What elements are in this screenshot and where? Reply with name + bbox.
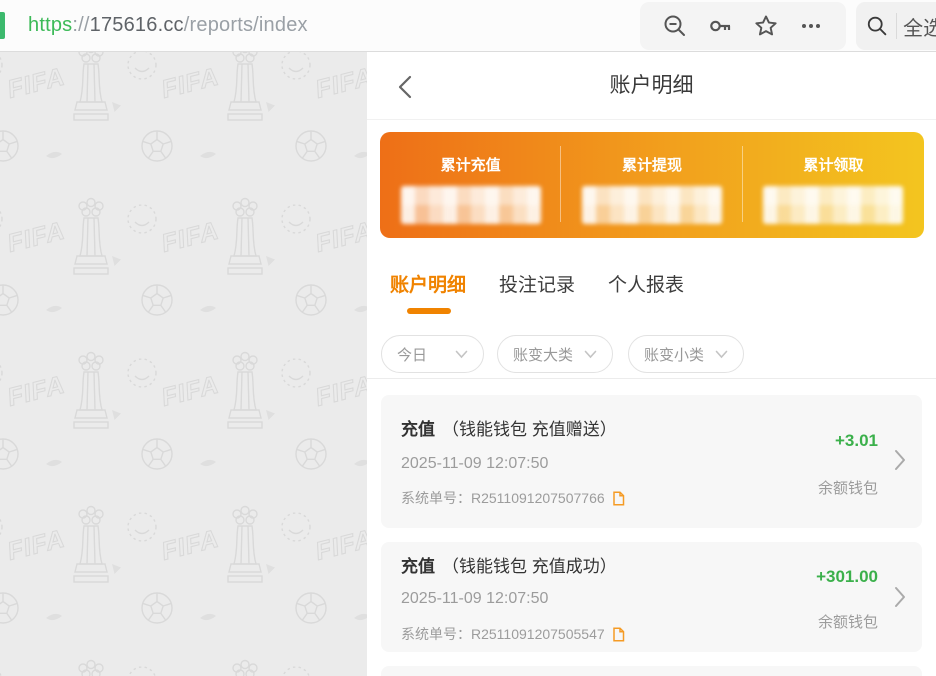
chevron-down-icon xyxy=(584,350,597,359)
record-title: 充值 （钱能钱包 充值成功） xyxy=(401,552,617,577)
record-wallet: 余额钱包 xyxy=(818,477,878,498)
filter-label: 账变大类 xyxy=(513,344,573,365)
record-wallet: 余额钱包 xyxy=(818,611,878,632)
filter-label: 账变小类 xyxy=(644,344,704,365)
search-label: 全选 xyxy=(903,12,936,41)
record-title: 充值 （钱能钱包 充值赠送） xyxy=(401,415,617,440)
page-title: 账户明细 xyxy=(367,52,936,120)
stat-label: 累计领取 xyxy=(803,154,863,175)
bookmark-star-icon[interactable] xyxy=(753,13,779,39)
order-number: R2511091207505547 xyxy=(471,626,605,642)
record-detail: （钱能钱包 充值赠送） xyxy=(442,420,617,439)
record-list: 充值（钱能钱包 充值赠送） 2025-11-09 12:07:50 系统单号：R… xyxy=(381,395,922,676)
key-icon[interactable] xyxy=(707,13,733,39)
record-datetime: 2025-11-09 12:07:50 xyxy=(401,590,548,608)
stat-label: 累计提现 xyxy=(622,154,682,175)
record-order-row: 系统单号：R2511091207507766 xyxy=(401,488,625,508)
search-icon xyxy=(866,14,888,38)
record-datetime: 2025-11-09 12:07:50 xyxy=(401,455,548,473)
browser-toolbar-icons xyxy=(640,2,846,50)
zoom-out-icon[interactable] xyxy=(662,13,688,39)
active-tab-underline xyxy=(407,308,451,314)
url-scheme: https xyxy=(28,14,72,37)
page-header: 账户明细 xyxy=(367,52,936,120)
chevron-down-icon xyxy=(455,350,468,359)
url-path: /reports/index xyxy=(184,14,308,37)
copy-icon[interactable] xyxy=(612,626,625,642)
record-detail: （钱能钱包 充值成功） xyxy=(442,557,617,576)
stat-total-withdraw: 累计提现 xyxy=(561,132,742,238)
order-label: 系统单号： xyxy=(401,624,471,644)
url-separator: :// xyxy=(72,14,89,37)
fifa-pattern-art: FIFA xyxy=(0,52,367,676)
record-card[interactable]: 充值 （钱能钱包 充值赠送） 2025-11-09 12:07:50 系统单号：R… xyxy=(381,395,922,528)
screen: https://175616.cc/reports/index 全选 xyxy=(0,0,936,676)
filter-label: 今日 xyxy=(397,344,427,365)
browser-address-bar: https://175616.cc/reports/index 全选 xyxy=(0,0,936,52)
stat-value-redacted xyxy=(401,186,541,224)
stat-total-deposit: 累计充值 xyxy=(380,132,561,238)
copy-icon[interactable] xyxy=(612,490,625,506)
url-host: 175616.cc xyxy=(90,14,184,37)
background-pattern: FIFA xyxy=(0,52,367,676)
search-divider xyxy=(896,13,897,39)
tab-personal-report[interactable]: 个人报表 xyxy=(608,270,684,297)
record-amount: +3.01 xyxy=(835,431,878,451)
more-menu-icon[interactable] xyxy=(798,13,824,39)
record-order-row: 系统单号：R2511091207505547 xyxy=(401,624,625,644)
order-number: R2511091207507766 xyxy=(471,490,605,506)
filter-date-dropdown[interactable]: 今日 xyxy=(381,335,484,373)
tab-account-detail[interactable]: 账户明细 xyxy=(390,270,466,297)
filter-minor-category-dropdown[interactable]: 账变小类 xyxy=(628,335,744,373)
record-amount: +301.00 xyxy=(816,567,878,587)
record-card[interactable]: 充值 （钱能钱包 充值成功） 2025-11-09 12:07:50 系统单号：R… xyxy=(381,542,922,652)
filter-major-category-dropdown[interactable]: 账变大类 xyxy=(497,335,613,373)
browser-search-box[interactable]: 全选 xyxy=(856,2,936,50)
stat-value-redacted xyxy=(763,186,903,224)
url-field[interactable]: https://175616.cc/reports/index xyxy=(28,0,308,51)
tab-bet-records[interactable]: 投注记录 xyxy=(499,270,575,297)
filter-bar: 今日 账变大类 账变小类 xyxy=(381,335,744,373)
chevron-right-icon[interactable] xyxy=(894,586,906,613)
favicon-partial-icon xyxy=(0,12,5,39)
tab-bar: 账户明细 投注记录 个人报表 xyxy=(390,270,684,297)
record-card-partial[interactable] xyxy=(381,666,922,676)
record-type: 充值 xyxy=(401,557,435,576)
stat-value-redacted xyxy=(582,186,722,224)
chevron-right-icon[interactable] xyxy=(894,449,906,476)
record-type: 充值 xyxy=(401,420,435,439)
chevron-down-icon xyxy=(715,350,728,359)
section-divider xyxy=(367,378,936,379)
stat-total-claimed: 累计领取 xyxy=(743,132,924,238)
stat-label: 累计充值 xyxy=(441,154,501,175)
totals-card: 累计充值 累计提现 累计领取 xyxy=(380,132,924,238)
order-label: 系统单号： xyxy=(401,488,471,508)
account-detail-page: 账户明细 累计充值 累计提现 累计领取 账户明细 投注记录 个人报表 xyxy=(367,52,936,676)
